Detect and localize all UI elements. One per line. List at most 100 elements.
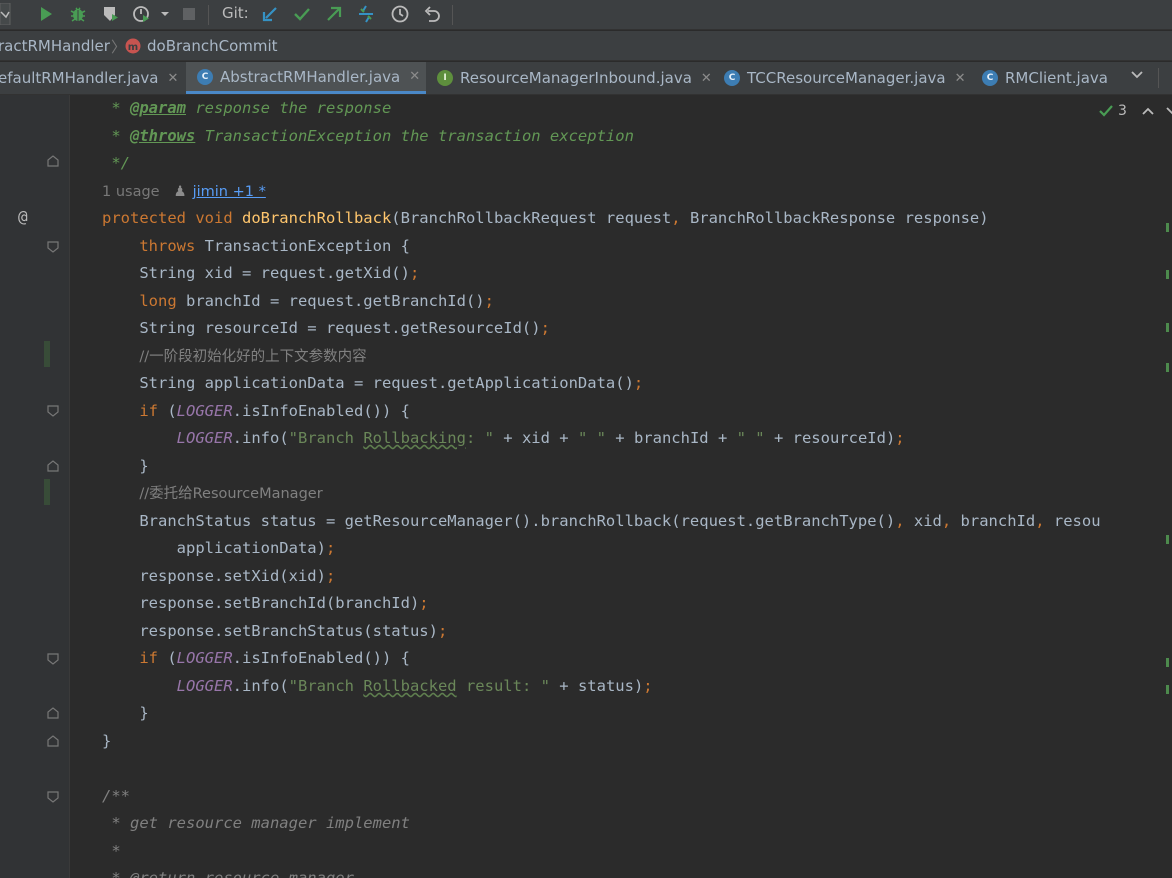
change-marker[interactable] [44,479,50,505]
code-line[interactable]: throws TransactionException { [102,233,410,259]
usages-hint: 1 usage [102,184,160,200]
editor-tabs: efaultRMHandler.java ✕ C AbstractRMHandl… [0,62,1172,95]
fold-start-icon[interactable] [47,653,59,665]
code-line[interactable]: if (LOGGER.isInfoEnabled()) { [102,398,410,424]
more-tabs-chevron-icon[interactable] [1130,68,1144,86]
tab-tccresourcemanager[interactable]: C TCCResourceManager.java ✕ [716,62,972,94]
toolbar-separator [452,5,453,25]
profiler-dropdown-icon[interactable] [158,3,172,25]
close-icon[interactable]: ✕ [701,71,712,86]
tab-label: ResourceManagerInbound.java [460,69,692,87]
debug-icon[interactable] [67,3,89,25]
code-line[interactable]: } [102,700,148,726]
code-line[interactable]: * @return resource manager [102,865,354,878]
override-marker-icon[interactable]: @ [18,207,28,226]
fold-end-icon[interactable] [47,155,59,167]
editor-gutter [0,95,70,878]
code-line[interactable]: String resourceId = request.getResourceI… [102,315,550,341]
stop-icon[interactable] [180,3,198,25]
close-icon[interactable]: ✕ [955,71,966,86]
author-hint: jimin +1 * [192,184,266,200]
run-icon[interactable] [36,3,56,25]
close-icon[interactable]: ✕ [409,69,420,84]
breadcrumb-method[interactable]: doBranchCommit [147,37,278,55]
scrollbar-marker[interactable] [1166,270,1169,279]
svg-text:m: m [128,42,138,53]
code-line[interactable]: } [102,728,111,754]
code-line[interactable]: */ [102,150,130,176]
code-line[interactable]: LOGGER.info("Branch Rollbacking: " + xid… [102,425,905,451]
scrollbar-marker[interactable] [1166,658,1169,667]
fold-start-icon[interactable] [47,405,59,417]
code-line[interactable]: String xid = request.getXid(); [102,260,419,286]
code-line[interactable]: //委托给ResourceManager [102,480,322,506]
tab-rmclient[interactable]: C RMClient.java [974,62,1122,94]
code-line[interactable]: * [102,838,120,864]
code-line[interactable]: * get resource manager implement [102,810,410,836]
fold-end-icon[interactable] [47,460,59,472]
code-line[interactable]: /** [102,783,130,809]
code-line[interactable]: * @param response the response [102,95,391,121]
scrollbar-marker[interactable] [1166,223,1169,232]
code-line[interactable]: long branchId = request.getBranchId(); [102,288,494,314]
tabs-separator [1158,68,1159,88]
class-icon: C [982,70,998,86]
code-line[interactable]: LOGGER.info("Branch Rollbacked result: "… [102,673,653,699]
git-rollback-icon[interactable] [420,3,444,25]
code-line[interactable]: } [102,453,148,479]
fold-end-icon[interactable] [47,735,59,747]
breadcrumb-chevron-icon: 〉 [111,38,127,56]
interface-icon: I [437,70,453,86]
git-merge-icon[interactable] [354,3,378,25]
tab-label: efaultRMHandler.java [0,69,159,87]
tab-label: TCCResourceManager.java [747,69,946,87]
class-icon: C [724,70,740,86]
fold-start-icon[interactable] [47,791,59,803]
breadcrumb: ractRMHandler 〉 m doBranchCommit [0,31,1172,61]
tab-defaultrmhandler[interactable]: efaultRMHandler.java ✕ [0,62,184,94]
git-update-icon[interactable] [258,3,282,25]
run-config-dropdown-icon[interactable] [0,3,12,25]
tab-label: AbstractRMHandler.java [220,67,401,86]
git-history-icon[interactable] [388,3,412,25]
code-line[interactable]: //一阶段初始化好的上下文参数内容 [102,343,366,369]
code-line[interactable]: BranchStatus status = getResourceManager… [102,508,1100,534]
scrollbar-marker[interactable] [1166,323,1169,332]
toolbar-separator [208,5,209,25]
close-icon[interactable]: ✕ [168,71,179,86]
code-line[interactable]: if (LOGGER.isInfoEnabled()) { [102,645,410,671]
chevron-down-icon[interactable] [1165,104,1172,118]
fold-end-icon[interactable] [47,707,59,719]
fold-start-icon[interactable] [47,241,59,253]
code-line[interactable]: * @throws TransactionException the trans… [102,123,634,149]
breadcrumb-class[interactable]: ractRMHandler [0,37,110,55]
main-toolbar: Git: [0,0,1172,30]
tab-abstractrmhandler[interactable]: C AbstractRMHandler.java ✕ [186,62,426,94]
code-line[interactable]: response.setBranchStatus(status); [102,618,447,644]
git-push-icon[interactable] [322,3,346,25]
coverage-icon[interactable] [99,3,121,25]
tab-resourcemanagerinbound[interactable]: I ResourceManagerInbound.java ✕ [428,62,714,94]
method-icon: m [125,38,141,58]
code-line[interactable]: String applicationData = request.getAppl… [102,370,643,396]
code-editor[interactable]: @ 3 * @param response the response * @th… [0,95,1172,878]
class-icon: C [197,68,213,85]
inspection-widget[interactable]: 3 [1098,103,1172,119]
inlay-hint[interactable]: 1 usage ♟ jimin +1 * [102,181,266,203]
chevron-up-icon[interactable] [1141,104,1155,118]
scrollbar-marker[interactable] [1166,535,1169,544]
code-line[interactable]: protected void doBranchRollback(BranchRo… [102,205,989,231]
git-label: Git: [222,4,249,22]
profiler-icon[interactable] [130,3,154,25]
author-icon: ♟ [173,184,187,200]
tab-label: RMClient.java [1005,69,1108,87]
code-line[interactable]: applicationData); [102,535,336,561]
code-line[interactable]: response.setXid(xid); [102,563,335,589]
git-commit-icon[interactable] [290,3,314,25]
scrollbar-marker[interactable] [1166,685,1169,694]
change-marker[interactable] [44,341,50,367]
inspection-count: 3 [1118,103,1127,119]
scrollbar-marker[interactable] [1166,363,1169,372]
code-line[interactable]: response.setBranchId(branchId); [102,590,428,616]
check-icon [1099,105,1113,117]
